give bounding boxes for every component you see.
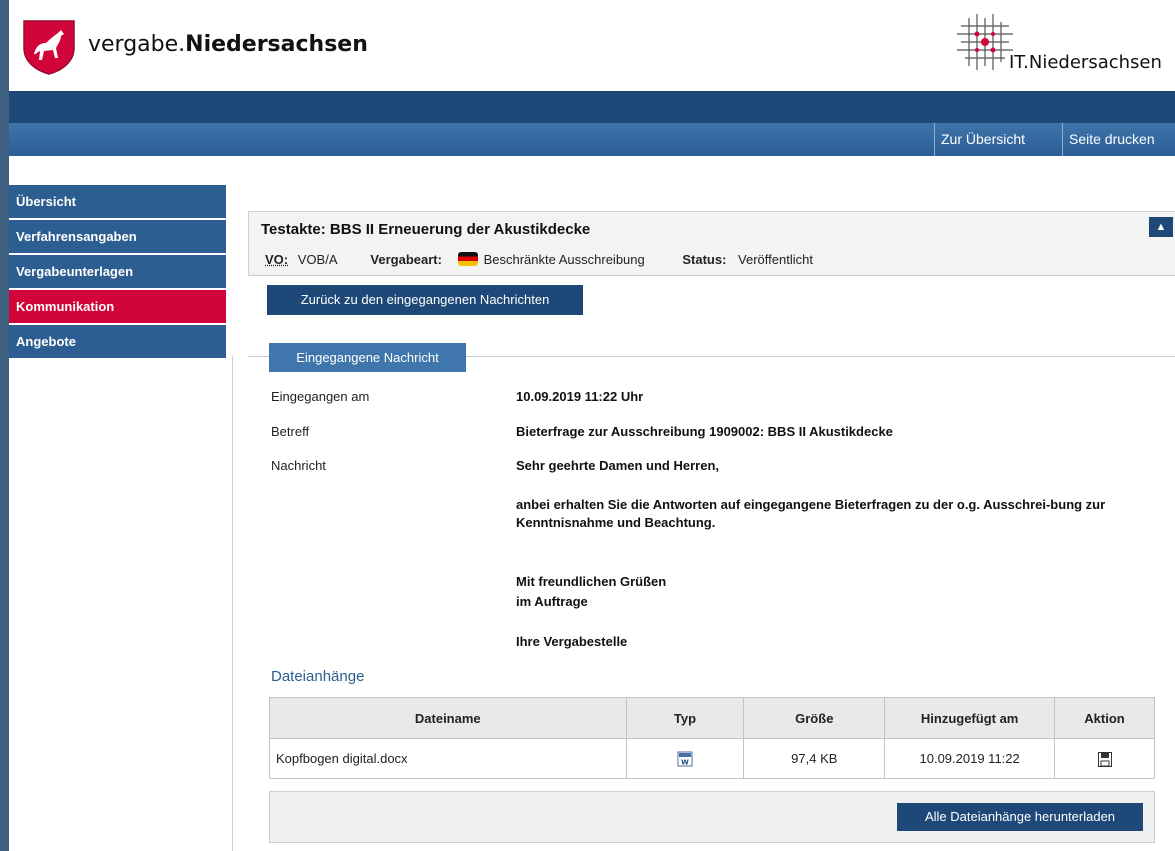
attachments-title: Dateianhänge [271, 668, 365, 685]
attachments-table: Dateiname Typ Größe Hinzugefügt am Aktio… [269, 697, 1155, 779]
sidebar-item-vergabeunterlagen[interactable]: Vergabeunterlagen [9, 255, 226, 290]
message-sender: Ihre Vergabestelle [516, 634, 628, 649]
vergabeart-value: Beschränkte Ausschreibung [483, 252, 645, 267]
content-divider [232, 356, 233, 851]
brand-name: vergabe.Niedersachsen [88, 32, 368, 57]
message-label: Nachricht [271, 458, 326, 473]
procedure-header: Testakte: BBS II Erneuerung der Akustikd… [248, 211, 1175, 276]
procedure-meta: VO: VOB/A Vergabeart: Beschränkte Aussch… [265, 252, 813, 267]
procedure-title: Testakte: BBS II Erneuerung der Akustikd… [261, 221, 591, 238]
message-closing: Mit freundlichen Grüßen [516, 574, 667, 589]
window-frame [0, 0, 9, 851]
status-value: Veröffentlicht [738, 252, 813, 267]
message-closing-2: im Auftrage [516, 594, 588, 609]
caret-up-icon[interactable]: ▲ [1149, 217, 1173, 237]
column-filename[interactable]: Dateiname [269, 697, 627, 739]
sidebar-item-verfahrensangaben[interactable]: Verfahrensangaben [9, 220, 226, 255]
message-greeting: Sehr geehrte Damen und Herren, [516, 458, 719, 473]
germany-flag-icon [457, 252, 478, 266]
save-icon[interactable] [1097, 751, 1112, 767]
niedersachsen-shield-logo [23, 20, 75, 75]
overview-link[interactable]: Zur Übersicht [934, 123, 1031, 156]
back-to-messages-button[interactable]: Zurück zu den eingegangenen Nachrichten [267, 285, 583, 315]
column-added[interactable]: Hinzugefügt am [884, 697, 1056, 739]
vergabeart-label: Vergabeart: [370, 252, 442, 267]
print-page-link[interactable]: Seite drucken [1062, 123, 1161, 156]
table-row: Kopfbogen digital.docx W 97,4 KB 10.09.2… [269, 738, 1155, 779]
sidebar-item-uebersicht[interactable]: Übersicht [9, 185, 226, 220]
received-label: Eingegangen am [271, 389, 370, 404]
attachment-type-cell: W [625, 738, 745, 779]
site-header: vergabe.Niedersachsen IT.Niedersachsen [9, 0, 1175, 91]
it-niedersachsen-logo [957, 14, 1013, 70]
download-all-panel: Alle Dateianhänge herunterladen [269, 791, 1155, 843]
partner-name: IT.Niedersachsen [1009, 52, 1162, 73]
attachment-added: 10.09.2019 11:22 [884, 738, 1056, 779]
received-value: 10.09.2019 11:22 Uhr [516, 389, 644, 404]
column-action: Aktion [1054, 697, 1155, 739]
subject-value: Bieterfrage zur Ausschreibung 1909002: B… [516, 424, 893, 439]
attachment-action-cell [1054, 738, 1155, 779]
attachment-size: 97,4 KB [743, 738, 886, 779]
tab-received-message: Eingegangene Nachricht [269, 343, 466, 372]
column-type[interactable]: Typ [625, 697, 745, 739]
status-label: Status: [682, 252, 727, 267]
column-size[interactable]: Größe [743, 697, 886, 739]
word-document-icon: W [677, 751, 693, 767]
sidebar-item-angebote[interactable]: Angebote [9, 325, 226, 360]
sidebar-item-kommunikation[interactable]: Kommunikation [9, 290, 226, 325]
attachment-filename[interactable]: Kopfbogen digital.docx [269, 738, 627, 779]
message-text: anbei erhalten Sie die Antworten auf ein… [516, 497, 1106, 530]
sidebar-nav: Übersicht Verfahrensangaben Vergabeunter… [9, 185, 226, 360]
download-all-button[interactable]: Alle Dateianhänge herunterladen [897, 803, 1143, 831]
svg-text:W: W [681, 758, 689, 766]
vo-value: VOB/A [297, 252, 337, 267]
subject-label: Betreff [271, 424, 310, 439]
top-nav-bar [9, 91, 1175, 123]
message-body: anbei erhalten Sie die Antworten auf ein… [516, 496, 1156, 532]
table-header-row: Dateiname Typ Größe Hinzugefügt am Aktio… [269, 697, 1155, 739]
vo-label: VO: [265, 252, 289, 267]
